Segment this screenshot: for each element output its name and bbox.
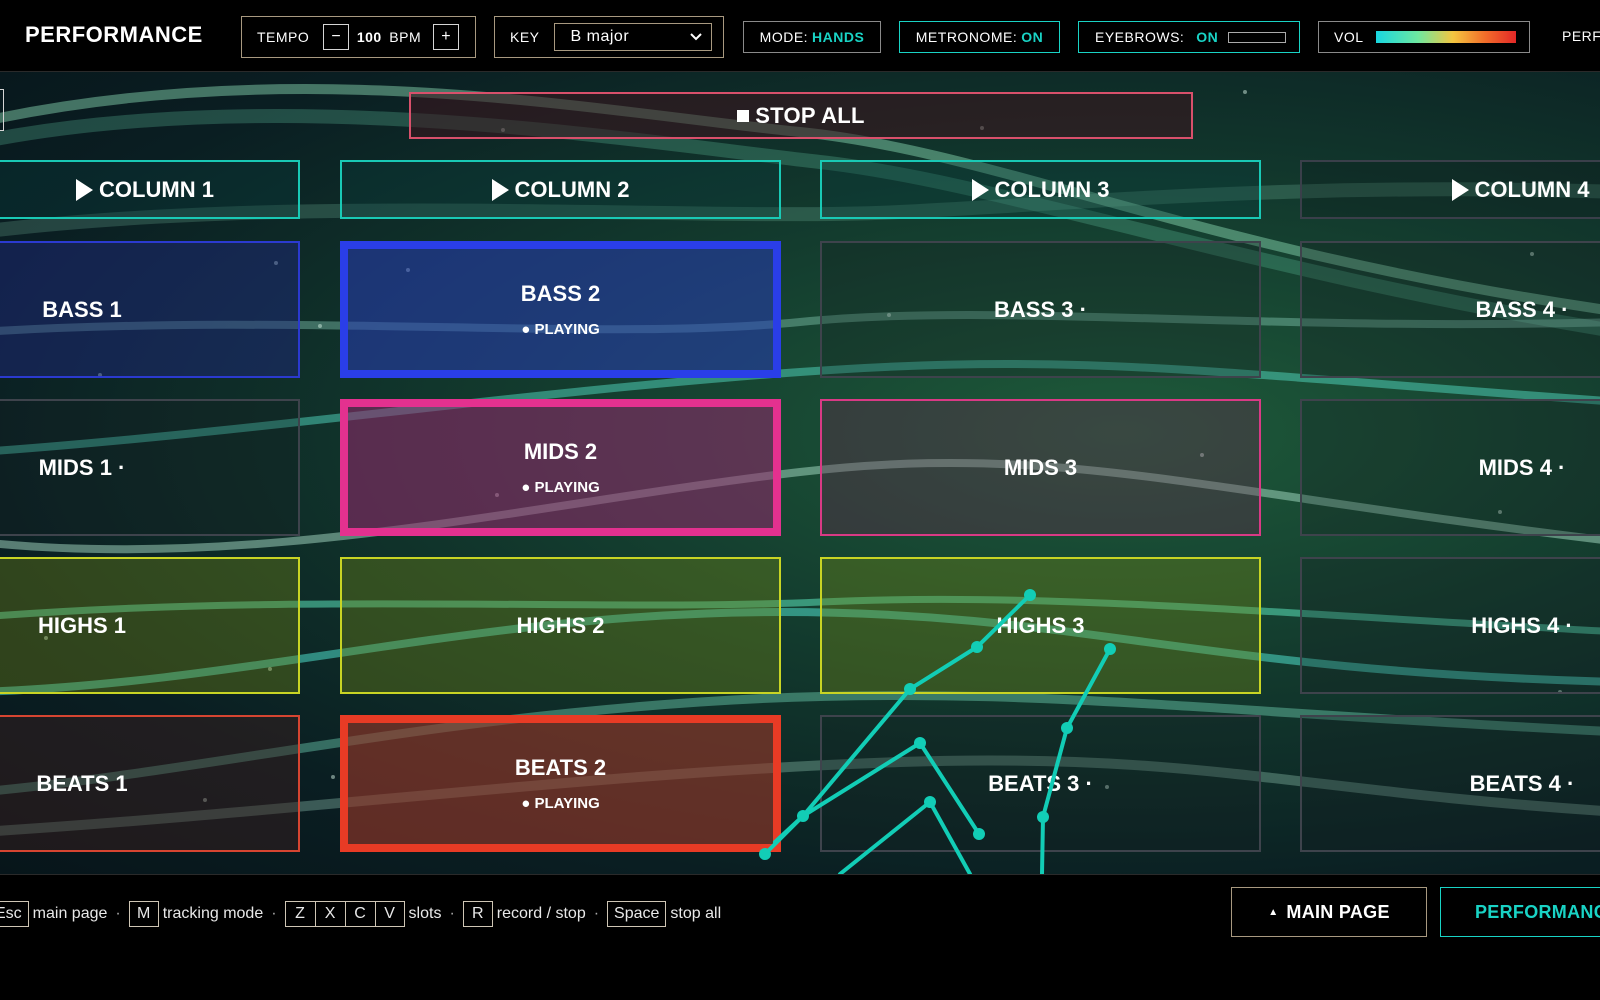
m-key: M (128, 901, 159, 927)
space-key: Space (607, 901, 667, 927)
eyebrows-label: EYEBROWS: (1095, 29, 1185, 45)
key-select-value: B major (570, 28, 630, 45)
tempo-increase-button[interactable]: + (433, 24, 460, 50)
x-key: X (314, 901, 345, 927)
bottom-bar: Esc main page · M tracking mode · ZXCV s… (0, 874, 1600, 950)
app-title: PERFORMANCE (25, 22, 203, 47)
tempo-label: TEMPO (257, 29, 310, 45)
r-key: R (462, 901, 493, 927)
performance-stage: STOP ALL COLUMN 1 COLUMN 2 COLUMN 3 COLU… (0, 72, 1600, 874)
z-key: Z (284, 901, 315, 927)
stop-all-hint: stop all (670, 905, 722, 922)
c-key: C (344, 901, 375, 927)
top-bar: PERFORMANCE TEMPO − 100 BPM + KEY B majo… (0, 0, 1600, 72)
caret-up-icon: ▲ (1268, 906, 1279, 918)
v-key: V (374, 901, 405, 927)
volume-label: VOL (1334, 29, 1364, 45)
main-page-label: MAIN PAGE (1286, 901, 1390, 922)
bottom-strip (0, 950, 1600, 1000)
tempo-control: TEMPO − 100 BPM + (241, 16, 476, 58)
slots-hint: slots (408, 905, 442, 922)
volume-control: VOL (1318, 21, 1530, 53)
metronome-value: ON (1021, 29, 1044, 45)
key-label: KEY (510, 29, 540, 45)
mode-value: HANDS (812, 29, 865, 45)
eyebrows-toggle[interactable]: EYEBROWS: ON (1078, 21, 1300, 53)
header-overflow-label: PERF (1562, 28, 1600, 44)
eyebrows-value: ON (1196, 29, 1219, 45)
metronome-label: METRONOME: (915, 29, 1018, 45)
keyboard-hints: Esc main page · M tracking mode · ZXCV s… (0, 901, 721, 927)
main-page-button[interactable]: ▲ MAIN PAGE (1231, 887, 1427, 937)
slot-keys: ZXCV (284, 901, 409, 927)
tempo-unit: BPM (389, 29, 422, 45)
record-hint: record / stop (496, 905, 586, 922)
eyebrows-level-bar (1228, 31, 1287, 43)
mode-label: MODE: (759, 29, 809, 45)
m-hint: tracking mode (162, 905, 264, 922)
performance-button[interactable]: PERFORMANCE (1440, 887, 1600, 937)
mode-toggle[interactable]: MODE: HANDS (743, 21, 881, 53)
key-control: KEY B major (494, 16, 724, 58)
hand-tracking-overlay (759, 589, 1116, 874)
volume-meter[interactable] (1375, 31, 1516, 43)
chevron-down-icon (689, 33, 702, 41)
metronome-toggle[interactable]: METRONOME: ON (899, 21, 1060, 53)
key-select[interactable]: B major (553, 23, 712, 51)
esc-hint: main page (32, 905, 108, 922)
performance-label: PERFORMANCE (1475, 901, 1600, 922)
tempo-decrease-button[interactable]: − (323, 24, 350, 50)
esc-key: Esc (0, 901, 29, 927)
tempo-value: 100 (356, 29, 382, 45)
